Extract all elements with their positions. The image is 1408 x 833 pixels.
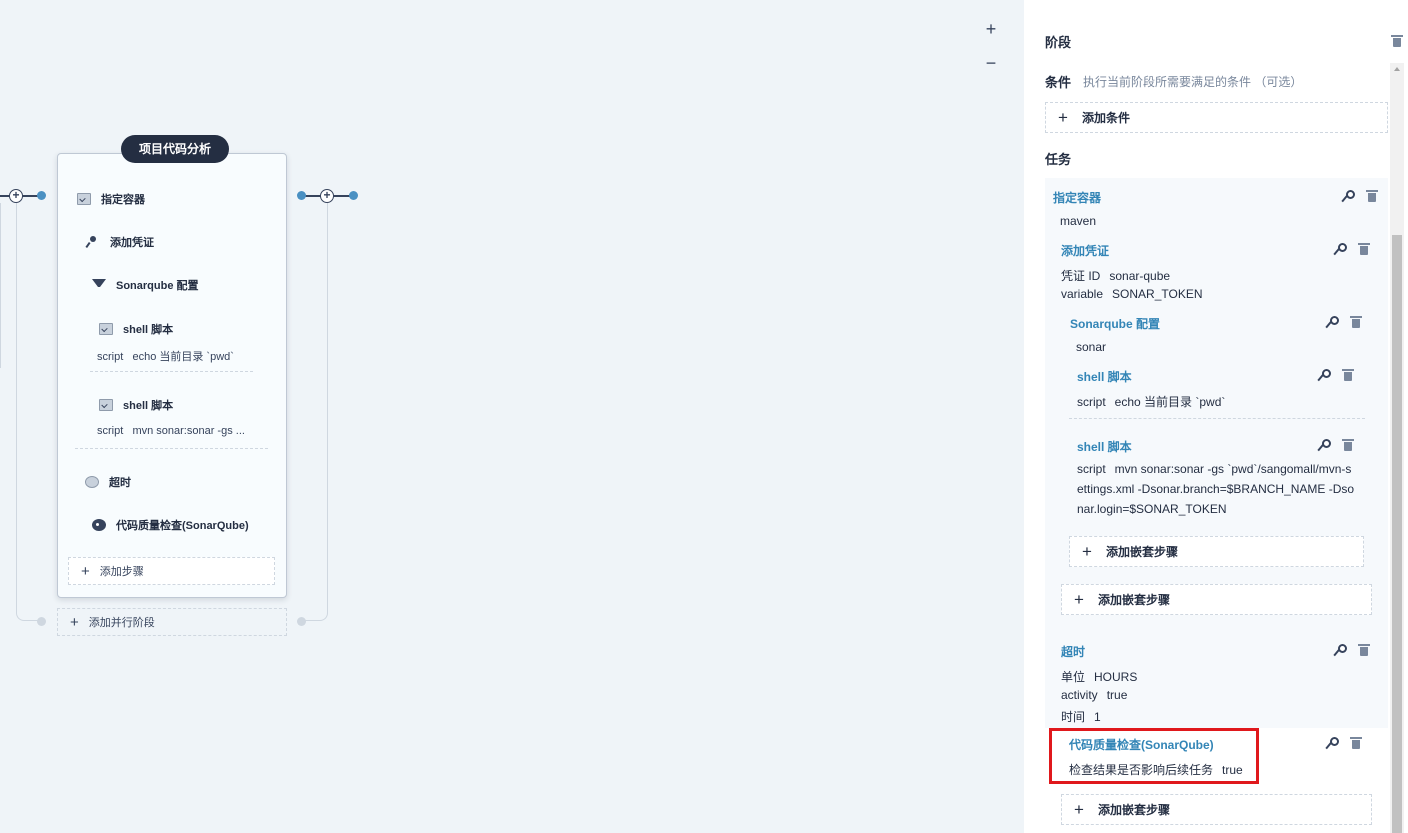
divider [1069, 418, 1365, 419]
task-shell-2-script: script mvn sonar:sonar -gs `pwd`/sangomal… [1077, 462, 1355, 516]
highlight-box [1049, 728, 1259, 784]
scroll-up-icon[interactable] [1394, 67, 1400, 71]
task-timeout-title[interactable]: 超时 [1061, 643, 1085, 660]
connector-dot [349, 191, 358, 200]
plus-icon: + [1058, 107, 1068, 127]
task-credential-title[interactable]: 添加凭证 [1061, 242, 1109, 259]
delete-stage-icon[interactable] [1391, 35, 1403, 47]
edit-icon[interactable] [1340, 190, 1355, 203]
condition-heading: 条件 [1045, 75, 1072, 90]
step-shell-2-script: script mvn sonar:sonar -gs ... [97, 425, 245, 437]
delete-icon[interactable] [1366, 190, 1378, 202]
delete-icon[interactable] [1342, 439, 1354, 451]
task-shell-1-script: script echo 当前目录 `pwd` [1077, 395, 1226, 409]
edit-icon[interactable] [1324, 316, 1339, 329]
plus-icon: + [70, 613, 79, 631]
add-nested-step-button[interactable]: + 添加嵌套步骤 [1061, 584, 1372, 615]
plus-icon: + [1074, 799, 1084, 819]
insert-stage-button[interactable]: + [320, 189, 334, 203]
divider [90, 371, 253, 372]
delete-icon[interactable] [1342, 369, 1354, 381]
delete-icon[interactable] [1358, 243, 1370, 255]
divider [75, 448, 268, 449]
edit-icon[interactable] [1332, 243, 1347, 256]
timeout-activity-field: activity true [1061, 688, 1128, 702]
plus-icon: + [1074, 589, 1084, 609]
connector-dot [37, 191, 46, 200]
step-shell-1[interactable]: shell 脚本 [99, 321, 173, 337]
insert-stage-button[interactable]: + [9, 189, 23, 203]
zoom-in-button[interactable]: + [982, 20, 1000, 38]
key-icon [86, 236, 100, 248]
clock-icon [85, 476, 99, 488]
add-parallel-stage-button[interactable]: + 添加并行阶段 [57, 608, 287, 636]
scrollbar-thumb[interactable] [1392, 235, 1402, 833]
edit-icon[interactable] [1324, 737, 1339, 750]
pipeline-canvas: + − + + 项目代码分析 指定容器 添加凭证 Sonarqube 配置 sh… [0, 0, 1024, 833]
branch-line [327, 203, 328, 608]
delete-icon[interactable] [1350, 316, 1362, 328]
delete-icon[interactable] [1358, 644, 1370, 656]
task-container-title[interactable]: 指定容器 [1053, 189, 1101, 206]
step-quality-check[interactable]: 代码质量检查(SonarQube) [92, 517, 249, 533]
connector-dot [297, 617, 306, 626]
edit-icon[interactable] [1316, 369, 1331, 382]
add-nested-step-button[interactable]: + 添加嵌套步骤 [1061, 794, 1372, 825]
container-icon [77, 193, 91, 205]
quality-check-icon [92, 519, 106, 531]
condition-hint: 执行当前阶段所需要满足的条件 （可选） [1083, 75, 1303, 89]
connector-dot [37, 617, 46, 626]
step-timeout[interactable]: 超时 [85, 474, 131, 490]
task-shell-2-title[interactable]: shell 脚本 [1077, 438, 1132, 455]
tasks-heading: 任务 [1045, 152, 1072, 167]
task-sonarqube-value: sonar [1076, 340, 1107, 354]
step-shell-1-script: script echo 当前目录 `pwd` [97, 351, 234, 363]
credential-id-field: 凭证 ID sonar-qube [1061, 269, 1171, 283]
credential-variable-field: variable SONAR_TOKEN [1061, 287, 1203, 301]
task-container-value: maven [1060, 214, 1097, 228]
edit-icon[interactable] [1332, 644, 1347, 657]
task-shell-1-title[interactable]: shell 脚本 [1077, 368, 1132, 385]
add-condition-button[interactable]: + 添加条件 [1045, 102, 1388, 133]
branch-line [16, 203, 17, 608]
step-sonarqube[interactable]: Sonarqube 配置 [92, 277, 199, 293]
timeout-unit-field: 单位 HOURS [1061, 670, 1138, 684]
branch-corner [304, 605, 328, 621]
task-sonarqube-title[interactable]: Sonarqube 配置 [1070, 315, 1160, 332]
branch-line [0, 203, 1, 368]
stage-config-panel: 阶段 条件 执行当前阶段所需要满足的条件 （可选） + 添加条件 任务 指定容器… [1024, 0, 1408, 833]
branch-corner [16, 605, 40, 621]
plus-icon: + [1082, 541, 1092, 561]
plus-icon: + [81, 562, 90, 580]
add-step-button[interactable]: + 添加步骤 [68, 557, 275, 585]
stage-title[interactable]: 项目代码分析 [121, 135, 230, 163]
timeout-time-field: 时间 1 [1061, 710, 1101, 724]
step-credential[interactable]: 添加凭证 [86, 234, 154, 250]
terminal-icon [99, 399, 113, 411]
delete-icon[interactable] [1350, 737, 1362, 749]
sonarqube-icon [92, 279, 106, 291]
zoom-out-button[interactable]: − [982, 54, 1000, 72]
step-shell-2[interactable]: shell 脚本 [99, 397, 173, 413]
edit-icon[interactable] [1316, 439, 1331, 452]
add-nested-step-button[interactable]: + 添加嵌套步骤 [1069, 536, 1364, 567]
connector-dot [297, 191, 306, 200]
step-container[interactable]: 指定容器 [77, 191, 145, 207]
panel-scrollbar[interactable] [1390, 63, 1404, 833]
stage-heading: 阶段 [1045, 35, 1072, 50]
terminal-icon [99, 323, 113, 335]
